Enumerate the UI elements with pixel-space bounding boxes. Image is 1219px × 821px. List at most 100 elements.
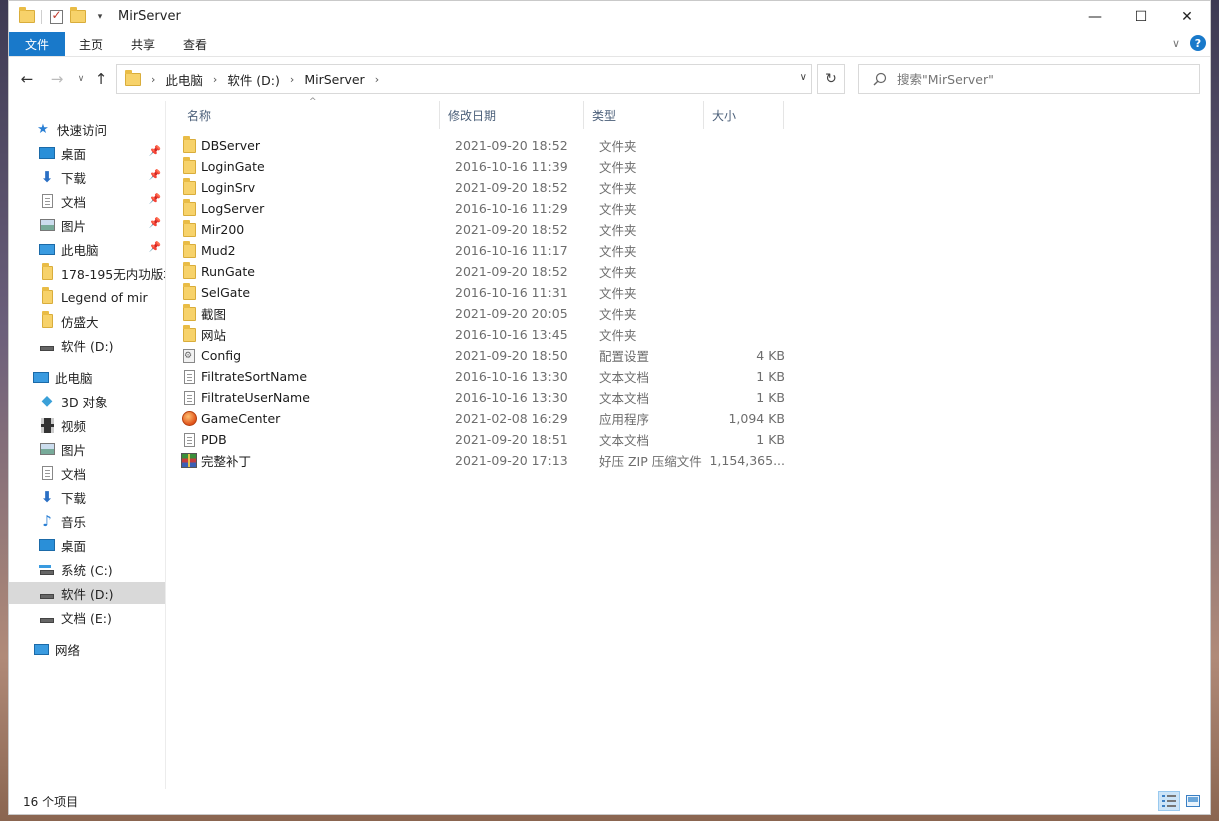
file-row[interactable]: LogServer 2016-10-16 11:29 文件夹 [181,198,781,219]
customize-toolbar-icon[interactable]: ▾ [92,9,108,25]
help-icon[interactable]: ? [1190,35,1206,51]
sidebar-item-documents-pc[interactable]: 文档 [9,462,165,484]
tab-share[interactable]: 共享 [117,32,169,56]
folder-icon [181,135,197,154]
file-size [715,177,785,198]
file-date: 2021-09-20 18:52 [455,222,568,237]
file-row[interactable]: FiltrateUserName 2016-10-16 13:30 文本文档 1 KB [181,387,785,408]
pin-icon[interactable]: 📌 [149,146,161,157]
search-icon [873,72,887,86]
file-size [715,303,785,324]
text-file-icon [181,369,197,385]
folder-icon [125,69,141,86]
maximize-button[interactable]: ☐ [1118,1,1164,32]
recent-locations-button[interactable]: ∨ [71,69,91,89]
pin-icon[interactable]: 📌 [149,170,161,181]
file-name: DBServer [201,138,260,153]
file-row[interactable]: 截图 2021-09-20 20:05 文件夹 [181,303,781,324]
file-type: 文本文档 [599,433,650,448]
details-view-icon[interactable] [1158,791,1180,811]
tab-view[interactable]: 查看 [169,32,221,56]
breadcrumb-drive-d[interactable]: 软件 (D:) [227,70,280,89]
tab-file[interactable]: 文件 [9,32,65,56]
file-date: 2016-10-16 11:39 [455,159,568,174]
music-icon: ♪ [42,512,52,530]
file-row[interactable]: Config 2021-09-20 18:50 配置设置 4 KB [181,345,785,366]
document-icon [39,193,55,209]
sidebar-item-quick-access[interactable]: ★ 快速访问 [9,118,165,140]
sidebar-item-pictures-pc[interactable]: 图片 [9,438,165,460]
file-row[interactable]: DBServer 2021-09-20 18:52 文件夹 [181,135,781,156]
up-button[interactable]: ↑ [91,69,111,89]
file-size [715,240,785,261]
file-type: 文件夹 [599,202,637,217]
pin-icon[interactable]: 📌 [149,218,161,229]
column-name[interactable]: 名称 [179,101,440,129]
sidebar-item-videos[interactable]: 视频 [9,414,165,436]
sidebar-item-documents[interactable]: 文档 📌 [9,190,165,212]
file-row[interactable]: Mir200 2021-09-20 18:52 文件夹 [181,219,781,240]
file-name: PDB [201,432,227,447]
sidebar-item-fangshengda[interactable]: 仿盛大 [9,310,165,332]
sidebar-item-music[interactable]: ♪ 音乐 [9,510,165,532]
file-name-cell: FiltrateSortName [181,366,307,387]
item-count: 16 个项目 [23,794,79,809]
back-button[interactable]: ← [17,69,37,89]
file-date: 2016-10-16 11:17 [455,243,568,258]
forward-button[interactable]: → [47,69,67,89]
file-row[interactable]: 完整补丁 2021-09-20 17:13 好压 ZIP 压缩文件 1,154,365… [181,450,785,471]
file-row[interactable]: GameCenter 2021-02-08 16:29 应用程序 1,094 KB [181,408,785,429]
file-list: ^ 名称 修改日期 类型 大小 DBServer 2021-09-20 18:52… [167,97,1211,789]
refresh-button[interactable]: ↻ [817,64,845,94]
expand-ribbon-icon[interactable]: ∨ [1172,37,1180,50]
file-row[interactable]: LoginSrv 2021-09-20 18:52 文件夹 [181,177,781,198]
sidebar-item-desktop-pc[interactable]: 桌面 [9,534,165,556]
sidebar-item-drive-d-pinned[interactable]: 软件 (D:) [9,334,165,356]
sidebar-item-this-pc-pinned[interactable]: 此电脑 📌 [9,238,165,260]
file-row[interactable]: FiltrateSortName 2016-10-16 13:30 文本文档 1 KB [181,366,785,387]
file-date: 2016-10-16 11:31 [455,285,568,300]
tab-home[interactable]: 主页 [65,32,117,56]
file-row[interactable]: Mud2 2016-10-16 11:17 文件夹 [181,240,781,261]
sidebar-item-desktop[interactable]: 桌面 📌 [9,142,165,164]
file-row[interactable]: 网站 2016-10-16 13:45 文件夹 [181,324,781,345]
file-row[interactable]: RunGate 2021-09-20 18:52 文件夹 [181,261,781,282]
sidebar-item-folder-178[interactable]: 178-195无内功版本 [9,262,165,284]
address-dropdown-icon[interactable]: ∨ [800,72,807,83]
file-name-cell: DBServer [181,135,260,156]
file-date: 2016-10-16 13:30 [455,390,568,405]
large-icons-view-icon[interactable] [1182,791,1204,811]
file-row[interactable]: SelGate 2016-10-16 11:31 文件夹 [181,282,781,303]
sidebar-item-downloads-pc[interactable]: ⬇ 下载 [9,486,165,508]
properties-icon[interactable] [48,8,64,25]
column-size[interactable]: 大小 [704,101,784,129]
minimize-button[interactable]: — [1072,1,1118,32]
folder-icon [181,198,197,217]
new-folder-icon[interactable] [70,7,86,25]
folder-icon [181,261,197,280]
search-input[interactable] [897,71,1177,87]
sidebar-item-drive-d[interactable]: 软件 (D:) [9,582,165,604]
file-row[interactable]: PDB 2021-09-20 18:51 文本文档 1 KB [181,429,785,450]
breadcrumb-this-pc[interactable]: 此电脑 [165,70,203,89]
sidebar-item-downloads[interactable]: ⬇ 下载 📌 [9,166,165,188]
pin-icon[interactable]: 📌 [149,194,161,205]
file-name: Mir200 [201,222,245,237]
sidebar-item-3d-objects[interactable]: ◆ 3D 对象 [9,390,165,412]
file-size: 1 KB [756,390,785,405]
pin-icon[interactable]: 📌 [149,242,161,253]
address-bar[interactable]: › 此电脑 › 软件 (D:) › MirServer › ∨ [116,64,812,94]
file-name-cell: 完整补丁 [181,450,251,471]
sidebar-item-pictures[interactable]: 图片 📌 [9,214,165,236]
breadcrumb-mirserver[interactable]: MirServer [304,72,364,87]
sidebar-item-drive-c[interactable]: 系统 (C:) [9,558,165,580]
close-button[interactable]: ✕ [1164,1,1210,32]
column-date[interactable]: 修改日期 [440,101,584,129]
sidebar-item-network[interactable]: 网络 [9,638,165,660]
sidebar-item-legend-of-mir[interactable]: Legend of mir [9,286,165,308]
sidebar-item-this-pc[interactable]: 此电脑 [9,366,165,388]
column-type[interactable]: 类型 [584,101,704,129]
search-box[interactable] [858,64,1200,94]
sidebar-item-drive-e[interactable]: 文档 (E:) [9,606,165,628]
file-row[interactable]: LoginGate 2016-10-16 11:39 文件夹 [181,156,781,177]
